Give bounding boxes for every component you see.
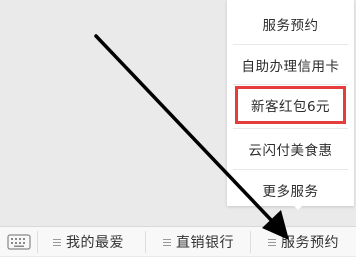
menu-divider — [233, 44, 348, 45]
menu-lines-icon — [163, 238, 171, 246]
tab-label: 我的最爱 — [66, 235, 124, 251]
menu-item-unionpay-food[interactable]: 云闪付美食惠 — [227, 130, 354, 168]
menu-divider — [233, 128, 348, 129]
tab-label: 服务预约 — [281, 235, 339, 251]
menu-item-label: 更多服务 — [262, 184, 319, 200]
bottom-menu-bar: 我的最爱 直销银行 服务预约 — [0, 226, 356, 256]
keyboard-icon — [6, 234, 31, 250]
bar-divider — [37, 231, 38, 253]
menu-divider — [233, 84, 348, 85]
menu-item-label: 云闪付美食惠 — [248, 143, 333, 159]
menu-item-label: 自助办理信用卡 — [241, 59, 340, 75]
tab-service-booking[interactable]: 服务预约 — [268, 227, 339, 257]
tab-label: 直销银行 — [176, 235, 234, 251]
menu-item-label: 新客红包6元 — [250, 99, 331, 115]
menu-item-label: 服务预约 — [262, 18, 319, 34]
keyboard-toggle-button[interactable] — [0, 227, 37, 257]
tab-my-favorites[interactable]: 我的最爱 — [53, 227, 124, 257]
tab-direct-bank[interactable]: 直销银行 — [163, 227, 234, 257]
menu-lines-icon — [268, 238, 276, 246]
bar-divider — [145, 231, 146, 253]
menu-divider — [233, 169, 348, 170]
menu-item-new-customer-red-packet[interactable]: 新客红包6元 — [235, 86, 346, 124]
menu-item-service-booking[interactable]: 服务预约 — [227, 5, 354, 43]
bar-divider — [250, 231, 251, 253]
menu-lines-icon — [53, 238, 61, 246]
service-popup-menu: 服务预约 自助办理信用卡 新客红包6元 云闪付美食惠 更多服务 — [227, 0, 354, 206]
menu-item-credit-card[interactable]: 自助办理信用卡 — [227, 46, 354, 84]
popup-caret — [291, 203, 305, 210]
